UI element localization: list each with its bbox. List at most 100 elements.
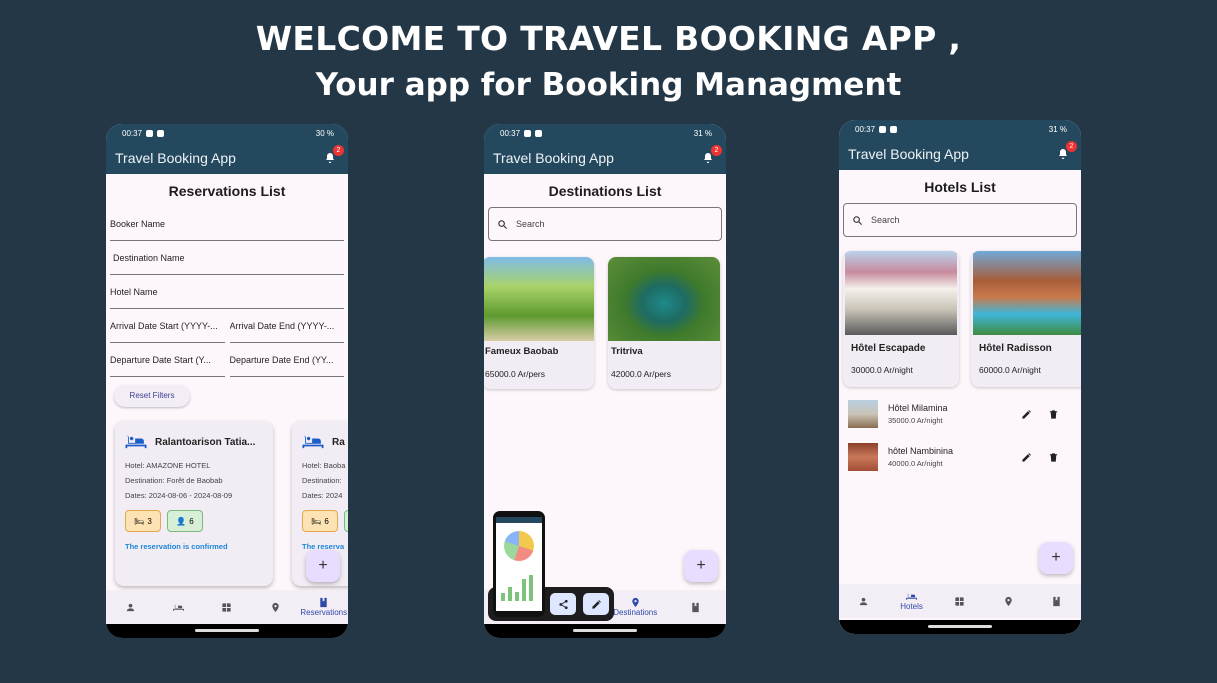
battery-level: 31 % bbox=[1048, 124, 1067, 134]
grid-icon bbox=[955, 596, 965, 606]
page-title: Destinations List bbox=[548, 183, 662, 199]
search-input[interactable]: Search bbox=[843, 203, 1077, 237]
screenshot-thumbnail[interactable] bbox=[493, 511, 545, 617]
hotel-list-item[interactable]: hôtel Nambinina 40000.0 Ar/night bbox=[848, 442, 1073, 472]
status-time: 00:37 bbox=[122, 128, 143, 138]
reservation-hotel: Hotel: Baoba bbox=[302, 461, 346, 470]
nav-destinations[interactable] bbox=[988, 596, 1028, 607]
destination-card[interactable]: Tritriva 42000.0 Ar/pers bbox=[608, 257, 720, 389]
notification-icon bbox=[535, 129, 543, 137]
bed-icon bbox=[302, 435, 324, 449]
nav-users[interactable] bbox=[843, 596, 883, 607]
app-title: Travel Booking App bbox=[493, 150, 614, 166]
destination-price: 42000.0 Ar/pers bbox=[611, 369, 672, 379]
notification-icon bbox=[157, 129, 165, 137]
location-pin-icon bbox=[632, 597, 639, 608]
featured-hotel-card[interactable]: Hôtel Escapade 30000.0 Ar/night bbox=[843, 251, 959, 387]
hotel-image bbox=[845, 251, 957, 335]
share-button[interactable] bbox=[550, 593, 576, 615]
search-placeholder: Search bbox=[871, 215, 900, 225]
person-icon bbox=[126, 603, 134, 611]
featured-hotel-card[interactable]: Hôtel Radisson 60000.0 Ar/night bbox=[971, 251, 1081, 387]
nav-reservations[interactable] bbox=[676, 602, 716, 613]
destination-image bbox=[608, 257, 720, 341]
delete-icon[interactable] bbox=[1048, 452, 1059, 463]
bed-icon: 🛏 bbox=[311, 516, 322, 526]
nav-label: Hotels bbox=[900, 602, 923, 611]
location-pin-icon bbox=[1005, 596, 1012, 606]
search-input[interactable]: Search bbox=[488, 207, 722, 241]
notifications-button[interactable]: 2 bbox=[702, 145, 722, 165]
nav-dashboard[interactable] bbox=[207, 602, 247, 613]
notifications-button[interactable]: 2 bbox=[324, 145, 344, 165]
bed-icon bbox=[906, 593, 918, 600]
phone-reservations: 00:37 30 % Travel Booking App 2 Reservat… bbox=[106, 124, 348, 638]
nav-destinations[interactable] bbox=[255, 602, 295, 613]
page-title: Reservations List bbox=[168, 183, 286, 199]
booker-name-field[interactable]: Booker Name bbox=[110, 207, 344, 241]
nav-reservations[interactable] bbox=[1037, 596, 1077, 607]
nav-destinations[interactable]: Destinations bbox=[613, 597, 658, 617]
person-icon bbox=[859, 597, 867, 605]
add-hotel-button[interactable]: + bbox=[1039, 542, 1073, 574]
search-placeholder: Search bbox=[516, 219, 545, 229]
arrival-date-start-field[interactable]: Arrival Date Start (YYYY-... bbox=[110, 309, 225, 343]
reservation-hotel: Hotel: AMAZONE HOTEL bbox=[125, 461, 211, 470]
reservation-dates: Dates: 2024-08-06 - 2024-08-09 bbox=[125, 491, 233, 500]
app-title: Travel Booking App bbox=[115, 150, 236, 166]
app-bar: Travel Booking App 2 bbox=[106, 142, 348, 174]
notification-badge: 2 bbox=[1066, 141, 1077, 152]
nav-label: Reservations bbox=[300, 608, 348, 617]
notifications-button[interactable]: 2 bbox=[1057, 141, 1077, 161]
hotel-price: 40000.0 Ar/night bbox=[888, 459, 943, 468]
book-icon bbox=[692, 602, 699, 612]
status-bar: 00:37 31 % bbox=[839, 120, 1081, 138]
hero-subtitle: Your app for Booking Managment bbox=[315, 67, 902, 103]
arrival-date-end-field[interactable]: Arrival Date End (YYYY-... bbox=[229, 309, 344, 343]
hotel-thumbnail bbox=[848, 400, 878, 428]
notification-icon bbox=[890, 125, 898, 133]
add-destination-button[interactable]: + bbox=[684, 550, 718, 582]
bottom-nav: Reservations bbox=[106, 590, 348, 624]
notification-badge: 2 bbox=[711, 145, 722, 156]
reset-filters-button[interactable]: Reset Filters bbox=[114, 385, 190, 407]
destination-image bbox=[484, 257, 594, 341]
hotel-name-field[interactable]: Hotel Name bbox=[110, 275, 344, 309]
edit-screenshot-button[interactable] bbox=[583, 593, 609, 615]
hotel-price: 60000.0 Ar/night bbox=[979, 365, 1041, 375]
hotel-image bbox=[973, 251, 1081, 335]
destination-name-field[interactable]: Destination Name bbox=[110, 241, 344, 275]
departure-date-start-field[interactable]: Departure Date Start (Y... bbox=[110, 343, 225, 377]
nav-dashboard[interactable] bbox=[940, 596, 980, 607]
edit-icon[interactable] bbox=[1021, 452, 1032, 463]
nav-reservations[interactable]: Reservations bbox=[300, 597, 347, 617]
booker-name: Ra bbox=[332, 436, 345, 448]
home-indicator bbox=[106, 624, 348, 638]
delete-icon[interactable] bbox=[1048, 409, 1059, 420]
thumbnail-screen bbox=[496, 517, 542, 611]
notification-badge: 2 bbox=[333, 145, 344, 156]
add-reservation-button[interactable]: + bbox=[306, 550, 340, 582]
beds-chip: 🛏 6 bbox=[302, 510, 338, 532]
destination-card[interactable]: Fameux Baobab 65000.0 Ar/pers bbox=[484, 257, 594, 389]
beds-count: 3 bbox=[147, 516, 152, 526]
notification-icon bbox=[524, 129, 532, 137]
hotel-name: Hôtel Escapade bbox=[851, 343, 926, 354]
search-icon bbox=[853, 215, 863, 225]
hotel-name: Hôtel Milamina bbox=[888, 403, 948, 413]
app-bar: Travel Booking App 2 bbox=[484, 142, 726, 174]
nav-hotels[interactable]: Hotels bbox=[892, 591, 932, 611]
departure-date-end-field[interactable]: Departure Date End (YY... bbox=[229, 343, 344, 377]
reservation-status: The reservation is confirmed bbox=[125, 542, 228, 551]
hotel-list-item[interactable]: Hôtel Milamina 35000.0 Ar/night bbox=[848, 399, 1073, 429]
nav-label: Destinations bbox=[613, 608, 658, 617]
nav-hotels[interactable] bbox=[159, 602, 199, 613]
pencil-icon bbox=[591, 599, 601, 609]
nav-users[interactable] bbox=[110, 602, 150, 613]
reservation-destination: Destination: Forêt de Baobab bbox=[125, 476, 223, 485]
reservation-card[interactable]: Ralantoarison Tatia... Hotel: AMAZONE HO… bbox=[115, 421, 273, 586]
edit-icon[interactable] bbox=[1021, 409, 1032, 420]
hotel-name: Hôtel Radisson bbox=[979, 343, 1052, 354]
bed-icon bbox=[173, 604, 185, 611]
status-bar: 00:37 30 % bbox=[106, 124, 348, 142]
